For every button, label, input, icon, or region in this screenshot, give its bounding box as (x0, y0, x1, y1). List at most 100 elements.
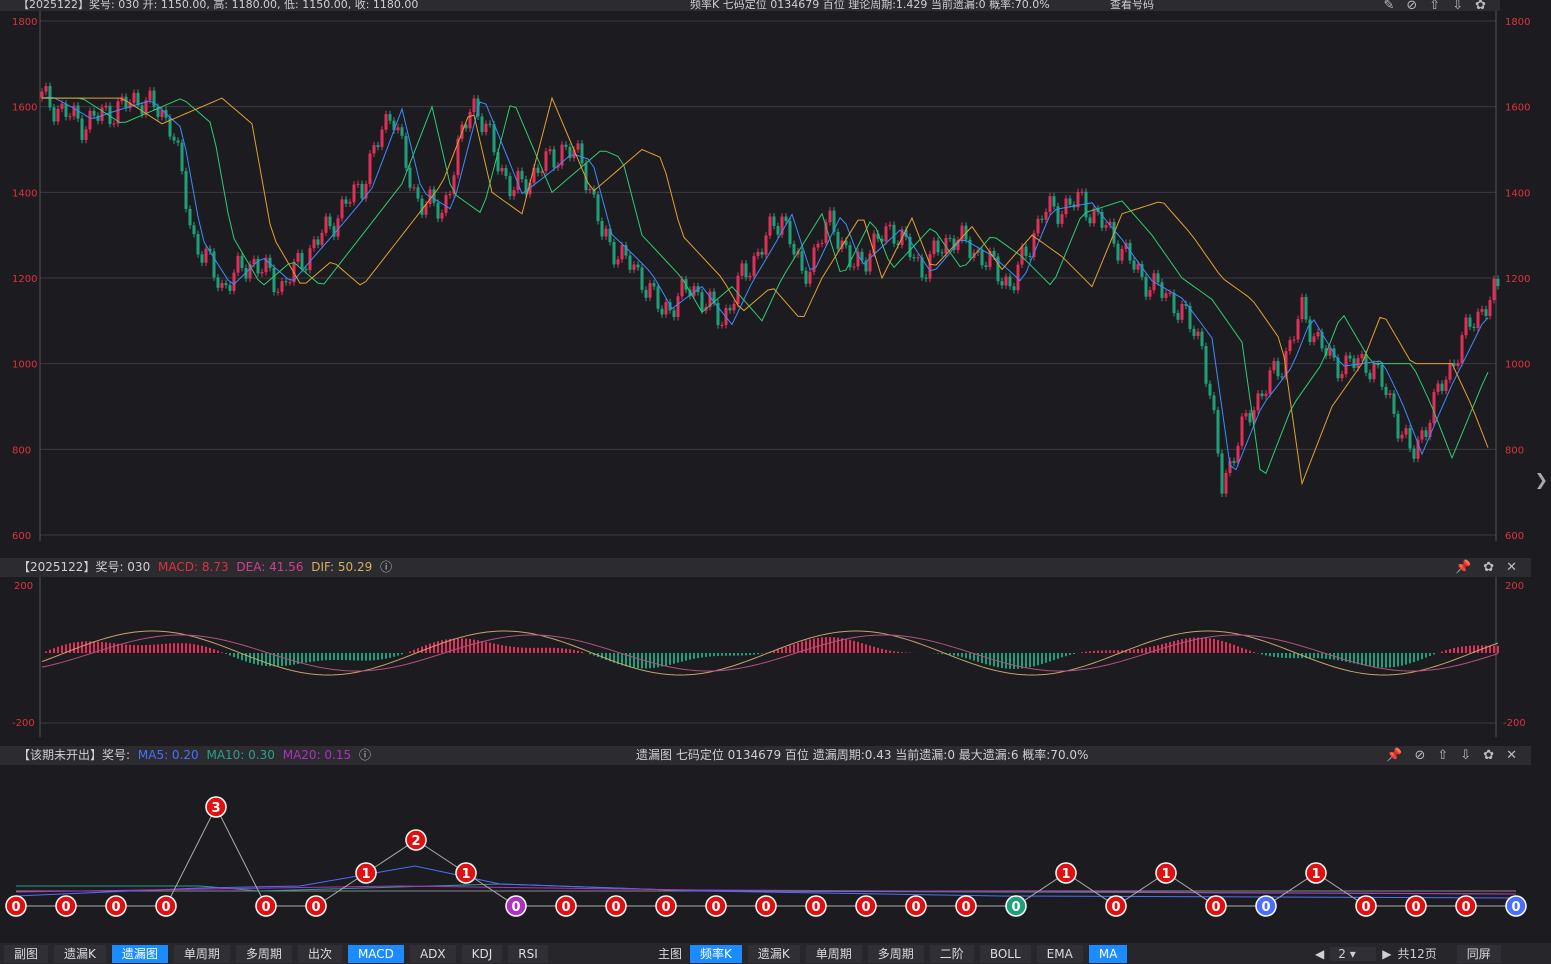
miss-point-label: 1 (1061, 867, 1070, 882)
edit-icon[interactable]: ✎ (1383, 0, 1394, 11)
candle-body (1348, 355, 1352, 359)
subchart-button-3[interactable]: 单周期 (173, 944, 230, 963)
candle-body (652, 283, 656, 287)
mainchart-button-5[interactable]: BOLL (979, 944, 1031, 963)
miss-point: 0 (905, 895, 927, 917)
candle-body (636, 264, 640, 268)
macd-bar (281, 653, 283, 667)
link-icon[interactable]: ⊘ (1406, 0, 1417, 11)
next-page-icon[interactable]: ▶ (1382, 947, 1391, 961)
candle-body (1176, 313, 1180, 320)
macd-bar (709, 653, 711, 657)
arrow-down-icon[interactable]: ⇩ (1460, 746, 1471, 765)
macd-bar (305, 653, 307, 663)
macd-bar (1145, 647, 1147, 653)
help-icon[interactable]: ⓘ (359, 748, 371, 762)
subchart-button-1[interactable]: 遗漏K (54, 944, 106, 963)
arrow-down-icon[interactable]: ⇩ (1452, 0, 1463, 11)
candle-body (836, 231, 840, 249)
macd-bar (1393, 653, 1395, 668)
candle-body (1148, 290, 1152, 297)
miss-point: 0 (155, 895, 177, 917)
macd-bar (665, 653, 667, 666)
miss-point: 0 (755, 895, 777, 917)
page-select[interactable]: 2 ▾ (1330, 946, 1377, 961)
candle-body (304, 268, 308, 271)
subchart-button-2[interactable]: 遗漏图 (111, 944, 168, 963)
macd-bar (701, 653, 703, 658)
macd-bar (757, 653, 759, 655)
mainchart-button-1[interactable]: 遗漏K (747, 944, 800, 963)
subchart-button-6[interactable]: MACD (347, 944, 404, 963)
mainchart-button-2[interactable]: 单周期 (805, 944, 862, 963)
candle-body (776, 225, 780, 235)
macd-bar (1241, 647, 1243, 653)
chevron-right-icon[interactable]: ❯ (1535, 470, 1548, 489)
macd-prefix: 【2025122】奖号: 030 (18, 560, 151, 574)
macd-bar (897, 651, 899, 653)
miss-header: 【该期未开出】奖号: MA5: 0.20 MA10: 0.30 MA20: 0.… (0, 746, 1531, 765)
candle-body (1256, 393, 1260, 411)
subchart-button-0[interactable]: 副图 (4, 944, 49, 963)
candle-body (940, 252, 944, 254)
candle-body (404, 135, 408, 168)
macd-bar (1373, 653, 1375, 668)
candle-body (552, 149, 556, 168)
settings-icon[interactable]: ✿ (1475, 0, 1486, 11)
candle-body (1260, 393, 1264, 397)
candle-body (1368, 372, 1372, 380)
candle-body (772, 216, 776, 226)
help-icon[interactable]: ⓘ (380, 560, 392, 574)
pin-icon[interactable]: 📌 (1455, 558, 1471, 577)
candle-body (1480, 309, 1484, 312)
mainchart-button-0[interactable]: 频率K (690, 944, 742, 963)
mainchart-button-7[interactable]: MA (1088, 944, 1128, 963)
view-numbers-link[interactable]: 查看号码 (1110, 0, 1154, 10)
link-icon[interactable]: ⊘ (1414, 746, 1425, 765)
subchart-button-9[interactable]: RSI (508, 944, 548, 963)
prev-page-icon[interactable]: ◀ (1315, 947, 1324, 961)
miss-point-label: 3 (211, 801, 220, 816)
arrow-up-icon[interactable]: ⇧ (1437, 746, 1448, 765)
macd-bar (969, 653, 971, 660)
subchart-button-5[interactable]: 出次 (297, 944, 342, 963)
subchart-button-4[interactable]: 多周期 (235, 944, 292, 963)
candle-body (184, 171, 188, 209)
macd-bar (873, 646, 875, 653)
same-screen-button[interactable]: 同屏 (1456, 944, 1501, 963)
mainchart-button-4[interactable]: 二阶 (929, 944, 974, 963)
candle-body (728, 308, 732, 311)
arrow-up-icon[interactable]: ⇧ (1429, 0, 1440, 11)
close-icon[interactable]: ✕ (1506, 746, 1517, 765)
candle-body (1180, 303, 1184, 320)
macd-bar (1413, 653, 1415, 663)
macd-bar (1041, 653, 1043, 665)
settings-icon[interactable]: ✿ (1483, 558, 1494, 577)
macd-bar (573, 649, 575, 653)
miss-point-label: 0 (661, 900, 670, 915)
macd-bar (653, 653, 655, 668)
macd-bar (885, 649, 887, 653)
candle-body (228, 285, 232, 291)
candle-body (500, 168, 504, 172)
settings-icon[interactable]: ✿ (1483, 746, 1494, 765)
mainchart-button-3[interactable]: 多周期 (867, 944, 924, 963)
close-icon[interactable]: ✕ (1506, 558, 1517, 577)
subchart-button-8[interactable]: KDJ (461, 944, 503, 963)
mainchart-button-6[interactable]: EMA (1036, 944, 1083, 963)
candle-body (816, 243, 820, 248)
macd-bar (237, 653, 239, 659)
macd-bar (761, 653, 763, 654)
macd-bar (293, 653, 295, 665)
candle-body (548, 149, 552, 152)
candle-body (1044, 211, 1048, 220)
macd-bar (1281, 653, 1283, 658)
macd-bar (1001, 653, 1003, 668)
candle-body (916, 257, 920, 259)
subchart-button-7[interactable]: ADX (409, 944, 456, 963)
candle-body (536, 167, 540, 173)
pin-icon[interactable]: 📌 (1386, 746, 1402, 765)
candle-body (204, 248, 208, 263)
candle-body (792, 244, 796, 255)
macd-bar (581, 651, 583, 653)
